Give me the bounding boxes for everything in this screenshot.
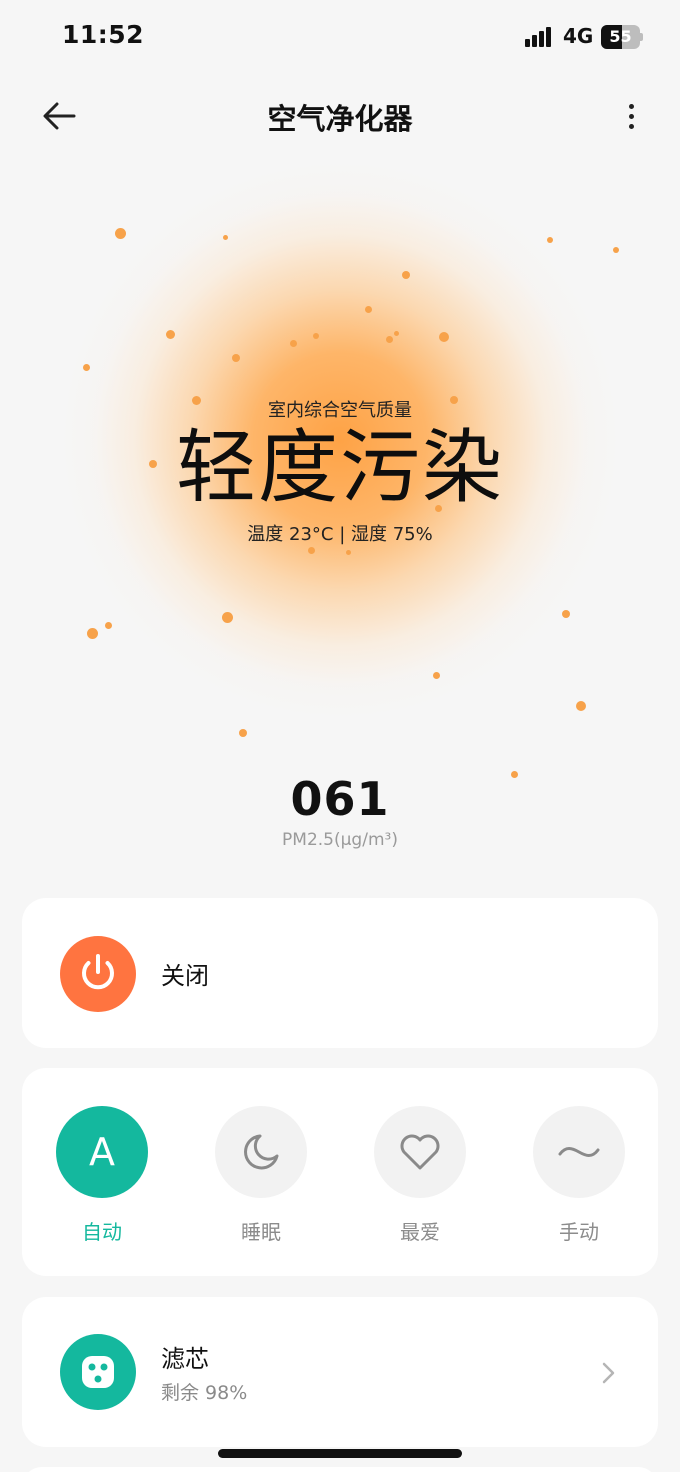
wave-icon — [558, 1147, 600, 1157]
mode-favorite-button[interactable] — [374, 1106, 466, 1198]
mode-favorite[interactable]: 最爱 — [374, 1106, 466, 1245]
filter-title: 滤芯 — [161, 1345, 209, 1373]
particle-dot — [239, 729, 247, 737]
particle-dot — [576, 701, 586, 711]
home-indicator[interactable] — [218, 1449, 462, 1458]
power-button[interactable] — [60, 936, 136, 1012]
app-screen: 11:52 4G 55 空气净化器 室内综合空气质量 轻度污染 温度 23°C … — [0, 0, 680, 1472]
particle-dot — [439, 332, 449, 342]
particle-dot — [221, 611, 233, 623]
air-quality-level: 轻度污染 — [176, 421, 504, 514]
particle-dot — [104, 621, 112, 629]
particle-dot — [432, 671, 440, 679]
particle-dot — [86, 627, 98, 639]
particle-dot — [345, 549, 351, 555]
power-card[interactable]: 关闭 — [22, 898, 658, 1048]
power-status-label: 关闭 — [161, 962, 209, 990]
chevron-right-icon — [602, 1362, 615, 1384]
auto-letter-icon: A — [89, 1130, 115, 1174]
mode-manual-button[interactable] — [533, 1106, 625, 1198]
mode-auto-button[interactable]: A — [56, 1106, 148, 1198]
particle-dot — [547, 237, 553, 243]
heart-icon — [400, 1134, 440, 1170]
mode-card: A 自动 睡眠 最爱 手动 — [22, 1068, 658, 1276]
particle-dot — [289, 339, 297, 347]
particle-dot — [165, 329, 175, 339]
air-quality-caption: 室内综合空气质量 — [268, 400, 412, 421]
power-icon — [82, 954, 114, 990]
particle-dot — [222, 234, 228, 240]
mode-sleep[interactable]: 睡眠 — [215, 1106, 307, 1245]
particle-dot — [313, 333, 319, 339]
particle-dot — [393, 330, 399, 336]
particle-dot — [364, 305, 372, 313]
mode-sleep-button[interactable] — [215, 1106, 307, 1198]
mode-auto[interactable]: A 自动 — [56, 1106, 148, 1245]
filter-icon-badge — [60, 1334, 136, 1410]
pm25-unit: PM2.5(μg/m³) — [282, 830, 398, 850]
filter-icon — [82, 1356, 114, 1388]
next-card-peek — [22, 1467, 658, 1472]
particle-dot — [402, 271, 410, 279]
particle-dot — [232, 354, 240, 362]
mode-favorite-label: 最爱 — [400, 1220, 440, 1244]
particle-dot — [385, 335, 393, 343]
filter-card[interactable]: 滤芯 剩余 98% — [22, 1297, 658, 1447]
filter-remaining: 剩余 98% — [161, 1382, 248, 1404]
mode-auto-label: 自动 — [82, 1220, 122, 1244]
pm25-value: 061 — [290, 772, 390, 826]
mode-sleep-label: 睡眠 — [241, 1220, 281, 1244]
temperature-humidity: 温度 23°C | 湿度 75% — [247, 524, 433, 545]
particle-dot — [114, 227, 126, 239]
particle-dot — [562, 610, 570, 618]
particle-dot — [307, 546, 315, 554]
particle-dot — [82, 363, 90, 371]
particle-dot — [613, 247, 619, 253]
mode-manual[interactable]: 手动 — [533, 1106, 625, 1245]
mode-manual-label: 手动 — [559, 1220, 599, 1244]
moon-icon — [244, 1134, 279, 1170]
